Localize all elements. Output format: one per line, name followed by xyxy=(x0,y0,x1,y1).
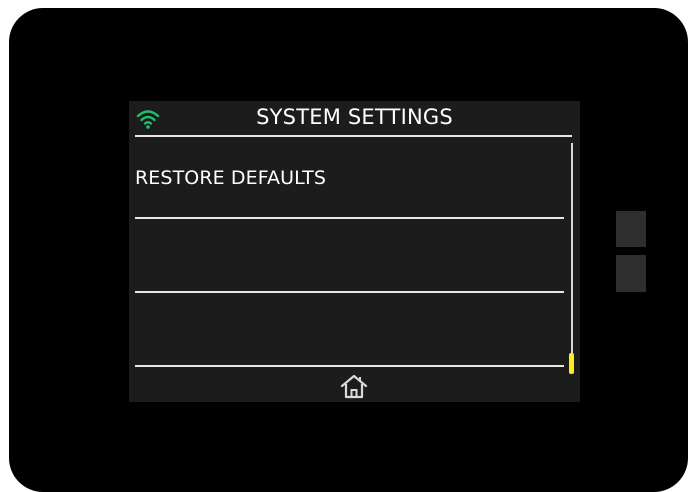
header-divider xyxy=(135,135,572,137)
menu-item-restore-defaults[interactable]: RESTORE DEFAULTS xyxy=(135,145,564,219)
screen-title: SYSTEM SETTINGS xyxy=(256,105,453,129)
menu-item-empty[interactable] xyxy=(135,219,564,293)
scrollbar-thumb[interactable] xyxy=(569,353,574,374)
side-button-lower[interactable] xyxy=(616,255,646,292)
thermostat-device: SYSTEM SETTINGS RESTORE DEFAULTS xyxy=(9,8,688,492)
screen-header: SYSTEM SETTINGS xyxy=(129,101,580,137)
side-button-upper[interactable] xyxy=(616,211,646,247)
display-screen: SYSTEM SETTINGS RESTORE DEFAULTS xyxy=(129,101,580,402)
menu-item-label: RESTORE DEFAULTS xyxy=(135,167,327,189)
scrollbar-track[interactable] xyxy=(571,143,573,373)
home-icon[interactable] xyxy=(339,373,369,399)
menu-divider xyxy=(135,365,564,367)
menu-item-empty[interactable] xyxy=(135,293,564,367)
